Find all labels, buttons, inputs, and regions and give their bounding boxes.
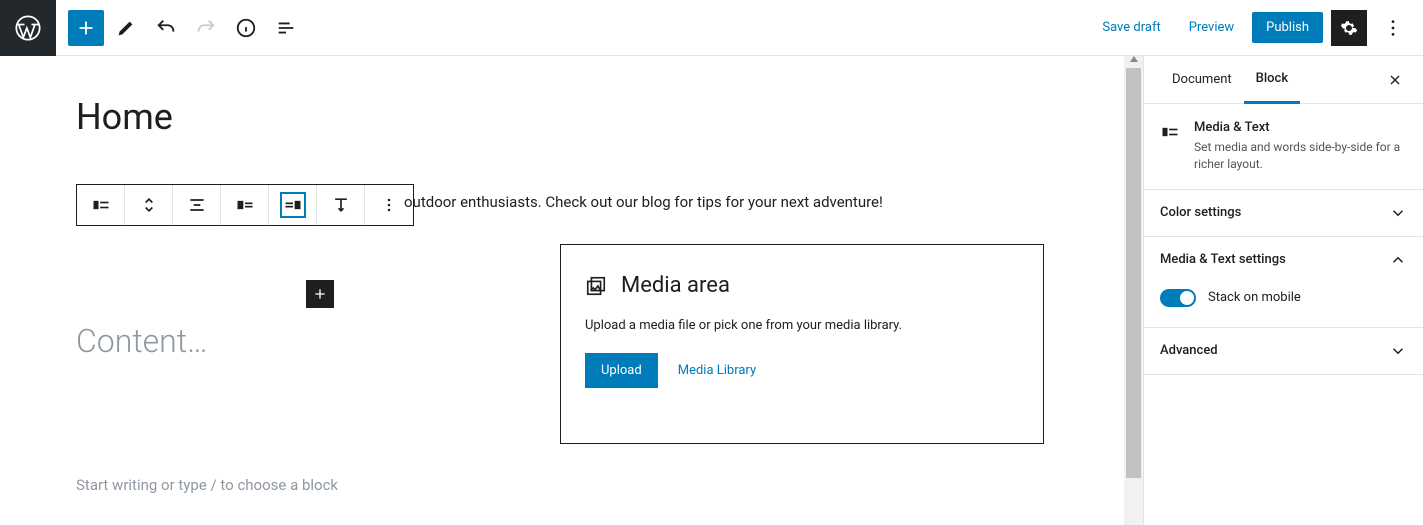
media-icon [585, 275, 607, 297]
settings-button[interactable] [1331, 10, 1367, 46]
panel-mt-title: Media & Text settings [1160, 252, 1286, 267]
settings-sidebar: Document Block Media & Text Set media an… [1143, 56, 1423, 525]
block-info: Media & Text Set media and words side-by… [1144, 104, 1423, 190]
scrollbar-thumb[interactable] [1126, 68, 1141, 478]
more-menu-button[interactable] [1375, 10, 1411, 46]
media-actions: Upload Media Library [585, 353, 1019, 388]
chevron-up-icon [1389, 251, 1407, 269]
redo-button[interactable] [188, 10, 224, 46]
wordpress-logo[interactable] [0, 0, 56, 56]
media-left-button[interactable] [221, 185, 269, 225]
upload-button[interactable]: Upload [585, 353, 658, 388]
panel-advanced[interactable]: Advanced [1144, 328, 1423, 375]
sidebar-tabs: Document Block [1144, 56, 1423, 104]
chevron-down-icon [1389, 204, 1407, 222]
close-sidebar-button[interactable] [1383, 68, 1407, 92]
media-header: Media area [585, 273, 1019, 298]
media-title: Media area [621, 273, 730, 298]
block-name: Media & Text [1194, 120, 1407, 135]
media-right-button[interactable] [269, 185, 317, 225]
publish-button[interactable]: Publish [1252, 12, 1323, 43]
outline-button[interactable] [268, 10, 304, 46]
media-library-link[interactable]: Media Library [678, 363, 756, 378]
page-title[interactable]: Home [76, 96, 1067, 138]
undo-button[interactable] [148, 10, 184, 46]
tab-document[interactable]: Document [1160, 56, 1244, 104]
panel-advanced-title: Advanced [1160, 343, 1218, 358]
add-block-button[interactable] [68, 10, 104, 46]
content-placeholder[interactable]: Content… [76, 322, 208, 360]
tab-block[interactable]: Block [1244, 56, 1300, 104]
panel-color-settings[interactable]: Color settings [1144, 190, 1423, 237]
block-type-button[interactable] [77, 185, 125, 225]
stack-on-mobile-label: Stack on mobile [1208, 290, 1301, 305]
panel-media-text-body: Stack on mobile [1144, 283, 1423, 328]
edit-mode-button[interactable] [108, 10, 144, 46]
top-toolbar: Save draft Preview Publish [0, 0, 1423, 56]
panel-color-title: Color settings [1160, 205, 1241, 220]
media-placeholder: Media area Upload a media file or pick o… [560, 244, 1044, 444]
toolbar-right: Save draft Preview Publish [1092, 10, 1423, 46]
align-button[interactable] [173, 185, 221, 225]
vertical-align-button[interactable] [317, 185, 365, 225]
scrollbar[interactable] [1124, 56, 1143, 525]
stack-on-mobile-toggle[interactable] [1160, 289, 1196, 307]
media-text-icon [1160, 122, 1180, 142]
save-draft-button[interactable]: Save draft [1092, 14, 1170, 41]
panel-media-text-settings[interactable]: Media & Text settings [1144, 237, 1423, 283]
info-button[interactable] [228, 10, 264, 46]
preview-button[interactable]: Preview [1179, 14, 1244, 41]
toolbar-left [56, 10, 304, 46]
media-description: Upload a media file or pick one from you… [585, 318, 1019, 333]
block-description: Set media and words side-by-side for a r… [1194, 139, 1407, 173]
chevron-down-icon [1389, 342, 1407, 360]
inline-add-block-button[interactable] [306, 280, 334, 308]
paragraph-text[interactable]: outdoor enthusiasts. Check out our blog … [404, 193, 883, 211]
empty-block-hint[interactable]: Start writing or type / to choose a bloc… [76, 476, 338, 494]
move-handle[interactable] [125, 185, 173, 225]
stack-on-mobile-row: Stack on mobile [1160, 283, 1407, 313]
block-toolbar [76, 184, 414, 226]
